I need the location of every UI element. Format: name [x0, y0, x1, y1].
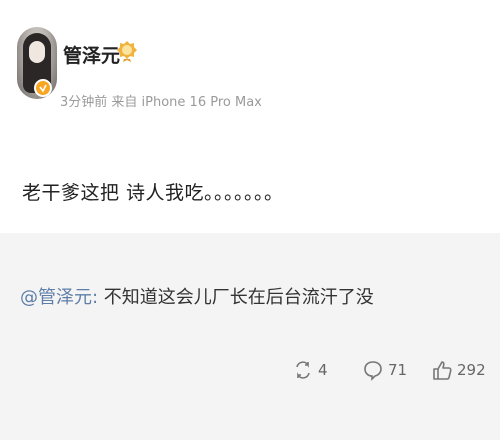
post-meta: 3分钟前 来自 iPhone 16 Pro Max: [60, 95, 262, 110]
repost-icon: [296, 361, 310, 379]
like-button[interactable]: 292: [431, 358, 486, 382]
repost-box[interactable]: [0, 233, 500, 440]
comment-button[interactable]: 71: [362, 358, 407, 382]
action-bar: 4 71 292: [0, 350, 500, 390]
comment-count: 71: [388, 361, 408, 379]
verified-icon: [34, 79, 52, 97]
medal-icon[interactable]: [116, 39, 138, 63]
repost-count: 4: [318, 361, 328, 379]
avatar-face: [29, 41, 45, 63]
like-icon: [433, 361, 452, 380]
like-count: 292: [457, 361, 486, 379]
repost-text: @管泽元: 不知道这会儿厂长在后台流汗了没: [20, 283, 374, 309]
username[interactable]: 管泽元: [63, 41, 120, 68]
post-header: 管泽元 3分钟前 来自 iPhone 16 Pro Max: [0, 0, 500, 120]
repost-button[interactable]: 4: [292, 358, 328, 382]
mention-link[interactable]: @管泽元:: [20, 287, 98, 308]
repost-body: 不知道这会儿厂长在后台流汗了没: [98, 287, 374, 308]
post-text: 老干爹这把 诗人我吃。。。。。。。: [22, 182, 284, 204]
comment-icon: [364, 361, 382, 381]
